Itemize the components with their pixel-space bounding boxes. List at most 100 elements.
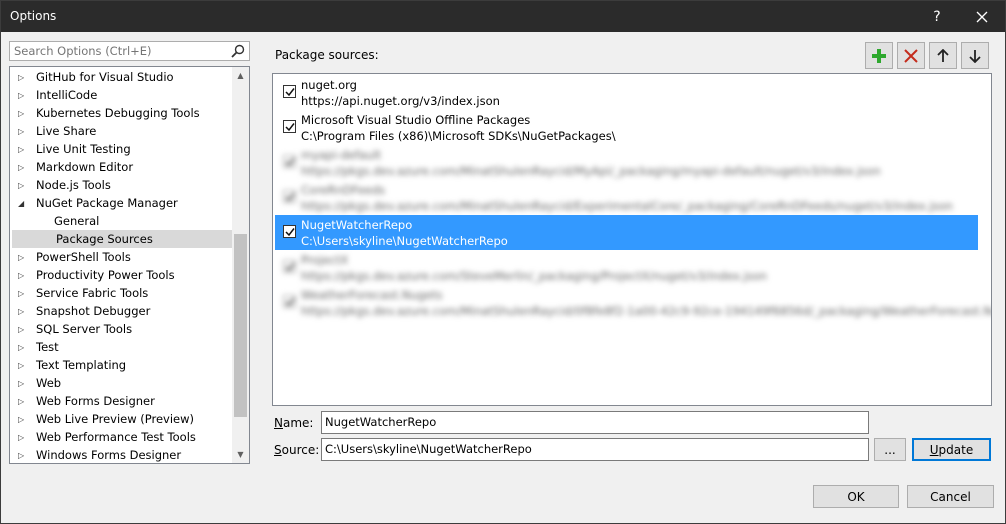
search-box[interactable]	[9, 41, 250, 61]
expand-arrow-icon[interactable]: ▷	[18, 397, 32, 406]
tree-item[interactable]: ▷ Node.js Tools	[10, 176, 232, 194]
source-name: ProjectX	[301, 253, 349, 267]
tree-item[interactable]: ▷ Test	[10, 338, 232, 356]
ok-button[interactable]: OK	[813, 485, 899, 508]
expand-arrow-icon[interactable]: ▷	[18, 73, 32, 82]
tree-item-label: IntelliCode	[36, 88, 98, 102]
scroll-up-icon[interactable]: ▲	[232, 67, 249, 84]
expanded-arrow-icon[interactable]: ◢	[18, 199, 32, 208]
move-down-button[interactable]	[961, 42, 989, 69]
scroll-down-icon[interactable]: ▼	[232, 446, 249, 463]
source-url: C:\Program Files (x86)\Microsoft SDKs\Nu…	[301, 129, 616, 143]
expand-arrow-icon[interactable]: ▷	[18, 289, 32, 298]
name-field[interactable]: NugetWatcherRepo	[321, 411, 869, 434]
browse-button[interactable]: ...	[874, 438, 906, 461]
update-button[interactable]: Update	[912, 438, 991, 461]
expand-arrow-icon[interactable]: ▷	[18, 379, 32, 388]
source-url: https://pkgs.dev.azure.com/MinatShulenRa…	[301, 199, 953, 213]
add-source-button[interactable]	[865, 42, 893, 69]
source-url: https://api.nuget.org/v3/index.json	[301, 94, 500, 108]
expand-arrow-icon[interactable]: ▷	[18, 127, 32, 136]
package-sources-list[interactable]: nuget.org https://api.nuget.org/v3/index.…	[272, 73, 992, 406]
expand-arrow-icon[interactable]: ▷	[18, 325, 32, 334]
source-checkbox[interactable]	[283, 155, 296, 168]
tree-scrollbar[interactable]: ▲ ▼	[232, 67, 249, 463]
tree-item[interactable]: ▷ SQL Server Tools	[10, 320, 232, 338]
source-row[interactable]: Microsoft Visual Studio Offline Packages…	[275, 110, 991, 145]
tree-item[interactable]: ▷ Web Performance Test Tools	[10, 428, 232, 446]
tree-item-label: Service Fabric Tools	[36, 286, 149, 300]
source-checkbox[interactable]	[283, 295, 296, 308]
tree-item[interactable]: ▷ Kubernetes Debugging Tools	[10, 104, 232, 122]
source-checkbox[interactable]	[283, 120, 296, 133]
tree-item-label: PowerShell Tools	[36, 250, 131, 264]
source-url: https://pkgs.dev.azure.com/MinatShulenRa…	[301, 164, 881, 178]
checkmark-icon	[284, 297, 295, 306]
source-row[interactable]: myapi-default https://pkgs.dev.azure.com/…	[275, 145, 991, 180]
expand-arrow-icon[interactable]: ▷	[18, 361, 32, 370]
search-input[interactable]	[10, 42, 230, 60]
tree-item-label: SQL Server Tools	[36, 322, 133, 336]
tree-item[interactable]: ▷ Markdown Editor	[10, 158, 232, 176]
tree-item[interactable]: Package Sources	[12, 230, 232, 248]
tree-item-label: GitHub for Visual Studio	[36, 70, 174, 84]
tree-item[interactable]: General	[10, 212, 232, 230]
tree-item[interactable]: ▷ Web Live Preview (Preview)	[10, 410, 232, 428]
expand-arrow-icon[interactable]: ▷	[18, 181, 32, 190]
tree-item-label: Live Share	[36, 124, 97, 138]
expand-arrow-icon[interactable]: ▷	[18, 91, 32, 100]
remove-source-button[interactable]	[897, 42, 925, 69]
move-up-button[interactable]	[929, 42, 957, 69]
source-name: WeatherForecast.Nugets	[301, 288, 443, 302]
options-dialog: Options ? ▷ Windows Forms Designer ▷ Web Pe…	[0, 0, 1006, 524]
source-checkbox[interactable]	[283, 190, 296, 203]
close-button[interactable]	[962, 1, 1002, 32]
expand-arrow-icon[interactable]: ▷	[18, 163, 32, 172]
tree-item[interactable]: ▷ Service Fabric Tools	[10, 284, 232, 302]
tree-item[interactable]: ◢ NuGet Package Manager	[10, 194, 232, 212]
source-row[interactable]: ProjectX https://pkgs.dev.azure.com/Steve…	[275, 250, 991, 285]
expand-arrow-icon[interactable]: ▷	[18, 433, 32, 442]
tree-item[interactable]: ▷ GitHub for Visual Studio	[10, 68, 232, 86]
source-checkbox[interactable]	[283, 225, 296, 238]
expand-arrow-icon[interactable]: ▷	[18, 307, 32, 316]
tree-item-label: Kubernetes Debugging Tools	[36, 106, 200, 120]
source-row[interactable]: nuget.org https://api.nuget.org/v3/index.…	[275, 75, 991, 110]
expand-arrow-icon[interactable]: ▷	[18, 271, 32, 280]
tree-item[interactable]: ▷ Live Unit Testing	[10, 140, 232, 158]
source-checkbox[interactable]	[283, 260, 296, 273]
expand-arrow-icon[interactable]: ▷	[18, 109, 32, 118]
source-checkbox[interactable]	[283, 85, 296, 98]
expand-arrow-icon[interactable]: ▷	[18, 343, 32, 352]
expand-arrow-icon[interactable]: ▷	[18, 451, 32, 460]
help-button[interactable]: ?	[917, 1, 957, 32]
cancel-button[interactable]: Cancel	[907, 485, 994, 508]
tree-item-label: Live Unit Testing	[36, 142, 131, 156]
source-row[interactable]: NugetWatcherRepo C:\Users\skyline\NugetWa…	[275, 215, 978, 250]
tree-item[interactable]: ▷ Text Templating	[10, 356, 232, 374]
tree-item[interactable]: ▷ Live Share	[10, 122, 232, 140]
source-name: myapi-default	[301, 148, 382, 162]
tree-item[interactable]: ▷ Productivity Power Tools	[10, 266, 232, 284]
tree-item[interactable]: ▷ Windows Forms Designer	[10, 446, 232, 463]
tree-item[interactable]: ▷ IntelliCode	[10, 86, 232, 104]
expand-arrow-icon[interactable]: ▷	[18, 253, 32, 262]
search-icon[interactable]	[230, 43, 246, 59]
tree-item[interactable]: ▷ Web Forms Designer	[10, 392, 232, 410]
tree-item-label: NuGet Package Manager	[36, 196, 178, 210]
expand-arrow-icon[interactable]: ▷	[18, 415, 32, 424]
options-tree[interactable]: ▷ Windows Forms Designer ▷ Web Performance …	[9, 66, 250, 464]
scroll-thumb[interactable]	[234, 234, 247, 417]
window-title: Options	[10, 9, 57, 23]
expand-arrow-icon[interactable]: ▷	[18, 145, 32, 154]
source-url: C:\Users\skyline\NugetWatcherRepo	[301, 234, 508, 248]
source-url: https://pkgs.dev.azure.com/SteveMerlin/_…	[301, 269, 768, 283]
tree-item[interactable]: ▷ PowerShell Tools	[10, 248, 232, 266]
source-row[interactable]: CoreRnDFeeds https://pkgs.dev.azure.com/M…	[275, 180, 991, 215]
source-row[interactable]: WeatherForecast.Nugets https://pkgs.dev.a…	[275, 285, 991, 320]
tree-item[interactable]: ▷ Web	[10, 374, 232, 392]
tree-item-label: Markdown Editor	[36, 160, 134, 174]
name-label: Name:	[274, 416, 314, 430]
tree-item[interactable]: ▷ Snapshot Debugger	[10, 302, 232, 320]
source-field[interactable]: C:\Users\skyline\NugetWatcherRepo	[321, 438, 869, 461]
